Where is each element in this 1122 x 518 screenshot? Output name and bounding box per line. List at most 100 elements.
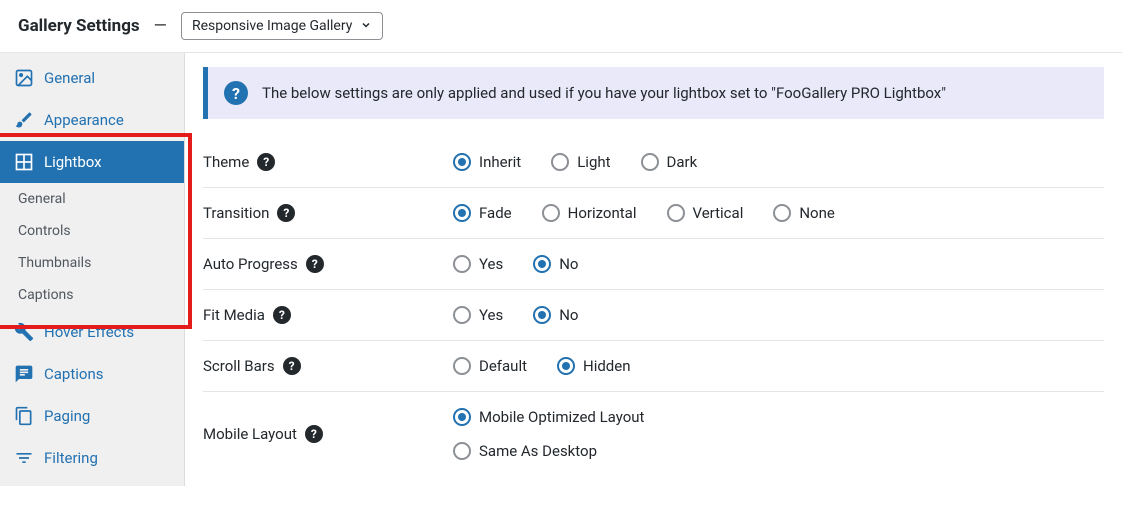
options-group: Yes No (453, 306, 579, 324)
radio-option[interactable]: Default (453, 357, 527, 375)
radio-circle (453, 255, 471, 273)
grid-icon (14, 152, 34, 172)
setting-label: Theme? (203, 153, 453, 171)
radio-label: None (799, 204, 835, 222)
sidebar-sub-general[interactable]: General (0, 183, 184, 215)
radio-circle (667, 204, 685, 222)
radio-option[interactable]: Dark (641, 153, 698, 171)
setting-label: Fit Media? (203, 306, 453, 324)
caption-icon (14, 364, 34, 384)
radio-option[interactable]: Inherit (453, 153, 521, 171)
sidebar-item-hover-effects[interactable]: Hover Effects (0, 311, 184, 353)
filter-icon (14, 448, 34, 468)
help-icon[interactable]: ? (257, 153, 275, 171)
radio-label: Horizontal (568, 204, 637, 222)
radio-label: Yes (479, 255, 503, 273)
radio-option[interactable]: Hidden (557, 357, 631, 375)
setting-row-scroll-bars: Scroll Bars? Default Hidden (203, 341, 1104, 392)
radio-label: Dark (667, 153, 698, 171)
radio-circle (453, 306, 471, 324)
radio-label: Hidden (583, 357, 631, 375)
options-group: Default Hidden (453, 357, 631, 375)
radio-circle (533, 306, 551, 324)
help-icon[interactable]: ? (283, 357, 301, 375)
sidebar-item-lightbox[interactable]: Lightbox (0, 141, 184, 183)
radio-label: Yes (479, 306, 503, 324)
radio-label: Inherit (479, 153, 521, 171)
setting-row-fit-media: Fit Media? Yes No (203, 290, 1104, 341)
brush-icon (14, 110, 34, 130)
radio-label: No (559, 306, 578, 324)
radio-label: Same As Desktop (479, 442, 597, 460)
radio-option[interactable]: Fade (453, 204, 512, 222)
radio-option[interactable]: Yes (453, 255, 503, 273)
setting-row-mobile-layout: Mobile Layout? Mobile Optimized Layout Sam… (203, 392, 1104, 476)
radio-circle (453, 204, 471, 222)
radio-circle (542, 204, 560, 222)
radio-option[interactable]: Light (551, 153, 610, 171)
radio-option[interactable]: Mobile Optimized Layout (453, 408, 644, 426)
page-title: Gallery Settings (18, 16, 140, 36)
options-group: Yes No (453, 255, 579, 273)
sidebar-item-label: Paging (44, 407, 90, 425)
radio-option[interactable]: No (533, 255, 578, 273)
radio-circle (533, 255, 551, 273)
setting-label: Auto Progress? (203, 255, 453, 273)
setting-label-text: Scroll Bars (203, 357, 275, 375)
radio-circle (453, 357, 471, 375)
template-dropdown[interactable]: Responsive Image Gallery (181, 12, 383, 40)
radio-option[interactable]: Vertical (667, 204, 744, 222)
radio-label: Light (577, 153, 610, 171)
radio-circle (453, 442, 471, 460)
wrench-icon (14, 322, 34, 342)
sidebar-item-captions[interactable]: Captions (0, 353, 184, 395)
sidebar-item-general[interactable]: General (0, 57, 184, 99)
sidebar-item-filtering[interactable]: Filtering (0, 437, 184, 479)
radio-circle (557, 357, 575, 375)
settings-panel: ? The below settings are only applied an… (185, 53, 1122, 486)
setting-row-theme: Theme? Inherit Light Dark (203, 137, 1104, 188)
radio-option[interactable]: Same As Desktop (453, 442, 597, 460)
info-banner-text: The below settings are only applied and … (262, 84, 946, 102)
setting-row-auto-progress: Auto Progress? Yes No (203, 239, 1104, 290)
setting-label-text: Transition (203, 204, 269, 222)
sidebar-item-label: Appearance (44, 111, 124, 129)
chevron-down-icon (360, 19, 372, 34)
help-icon[interactable]: ? (305, 425, 323, 443)
sidebar-item-appearance[interactable]: Appearance (0, 99, 184, 141)
image-icon (14, 68, 34, 88)
radio-option[interactable]: Horizontal (542, 204, 637, 222)
radio-label: Mobile Optimized Layout (479, 408, 644, 426)
radio-option[interactable]: No (533, 306, 578, 324)
radio-circle (641, 153, 659, 171)
setting-label-text: Theme (203, 153, 249, 171)
options-group: Fade Horizontal Vertical None (453, 204, 835, 222)
sidebar-sub-captions[interactable]: Captions (0, 279, 184, 311)
radio-label: Fade (479, 204, 512, 222)
radio-circle (773, 204, 791, 222)
header-dash: — (154, 16, 167, 36)
sidebar-item-label: Lightbox (44, 153, 102, 171)
sidebar-sub-controls[interactable]: Controls (0, 215, 184, 247)
radio-circle (551, 153, 569, 171)
options-group: Mobile Optimized Layout Same As Desktop (453, 408, 644, 460)
options-group: Inherit Light Dark (453, 153, 697, 171)
radio-label: Default (479, 357, 527, 375)
help-icon[interactable]: ? (273, 306, 291, 324)
radio-option[interactable]: Yes (453, 306, 503, 324)
setting-label: Mobile Layout? (203, 425, 453, 443)
radio-circle (453, 408, 471, 426)
sidebar: General Appearance Lightbox General Cont… (0, 53, 185, 486)
help-icon[interactable]: ? (306, 255, 324, 273)
radio-circle (453, 153, 471, 171)
help-icon[interactable]: ? (277, 204, 295, 222)
setting-label: Scroll Bars? (203, 357, 453, 375)
sidebar-item-label: General (44, 69, 95, 87)
sidebar-sub-thumbnails[interactable]: Thumbnails (0, 247, 184, 279)
radio-option[interactable]: None (773, 204, 835, 222)
sidebar-item-paging[interactable]: Paging (0, 395, 184, 437)
template-selected-label: Responsive Image Gallery (192, 18, 352, 34)
sidebar-item-label: Hover Effects (44, 323, 134, 341)
setting-label-text: Auto Progress (203, 255, 298, 273)
info-banner: ? The below settings are only applied an… (203, 67, 1104, 119)
